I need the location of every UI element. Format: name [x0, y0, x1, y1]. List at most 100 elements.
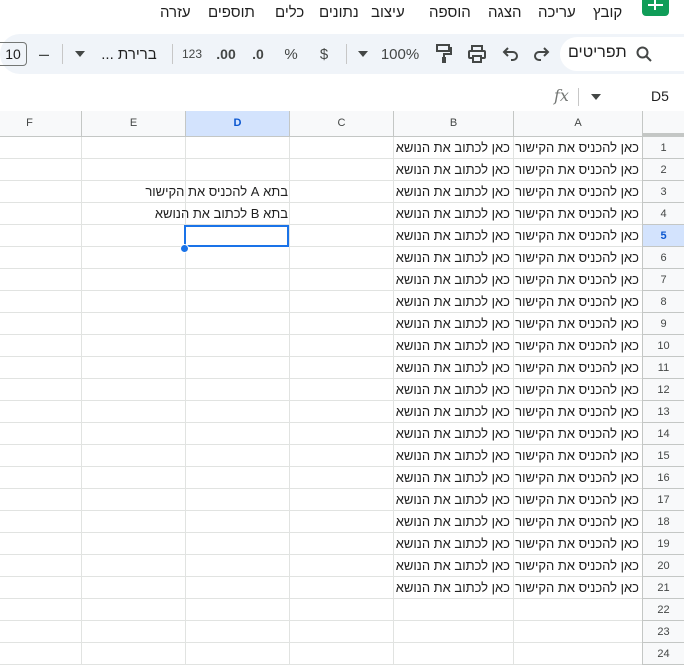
menu-help[interactable]: עזרה [160, 3, 191, 23]
cell-f[interactable] [0, 577, 81, 599]
cell-d[interactable] [185, 137, 289, 159]
cell-c[interactable] [289, 137, 393, 159]
cell-c[interactable] [289, 225, 393, 247]
row-header[interactable]: 5 [642, 225, 684, 247]
cell-e[interactable] [81, 291, 185, 313]
row-header[interactable]: 18 [642, 511, 684, 533]
cell-a[interactable]: כאן להכניס את הקישור [513, 137, 642, 159]
column-header-a[interactable]: A [513, 111, 642, 136]
cell-c[interactable] [289, 181, 393, 203]
cell-a[interactable]: כאן להכניס את הקישור [513, 291, 642, 313]
note-cell-d3[interactable]: בתא A להכניס את הקישור [120, 181, 288, 202]
row-header[interactable]: 10 [642, 335, 684, 357]
cell-f[interactable] [0, 269, 81, 291]
row-header[interactable]: 12 [642, 379, 684, 401]
cell-e[interactable] [81, 401, 185, 423]
percent-format-button[interactable]: % [281, 34, 301, 74]
menu-tools[interactable]: כלים [275, 3, 304, 23]
cell-e[interactable] [81, 445, 185, 467]
cell-d[interactable] [185, 357, 289, 379]
cell-d[interactable] [185, 621, 289, 643]
cell-d[interactable] [185, 533, 289, 555]
spreadsheet-grid[interactable]: A B C D E F כאן להכניס את הקישור כאן לכתו… [0, 111, 684, 665]
cell-b[interactable]: כאן לכתוב את הנושא [393, 467, 513, 489]
row-header[interactable]: 23 [642, 621, 684, 643]
cell-a[interactable]: כאן להכניס את הקישור [513, 357, 642, 379]
cell-c[interactable] [289, 313, 393, 335]
increase-decimal-button[interactable]: .00 [213, 34, 239, 74]
cell-a[interactable]: כאן להכניס את הקישור [513, 181, 642, 203]
active-cell-selection[interactable] [184, 225, 289, 247]
cell-e[interactable] [81, 423, 185, 445]
cell-e[interactable] [81, 159, 185, 181]
cell-e[interactable] [81, 269, 185, 291]
cell-e[interactable] [81, 577, 185, 599]
cell-c[interactable] [289, 577, 393, 599]
name-box[interactable]: D5 [651, 88, 669, 104]
row-header[interactable]: 20 [642, 555, 684, 577]
cell-b[interactable]: כאן לכתוב את הנושא [393, 555, 513, 577]
cell-a[interactable]: כאן להכניס את הקישור [513, 269, 642, 291]
cell-f[interactable] [0, 423, 81, 445]
cell-c[interactable] [289, 401, 393, 423]
cell-d[interactable] [185, 159, 289, 181]
cell-c[interactable] [289, 599, 393, 621]
name-box-dropdown-icon[interactable] [591, 94, 601, 100]
zoom-dropdown-icon[interactable] [355, 34, 371, 74]
cell-f[interactable] [0, 313, 81, 335]
cell-d[interactable] [185, 269, 289, 291]
cell-e[interactable] [81, 335, 185, 357]
menu-view[interactable]: הצגה [488, 3, 522, 23]
cell-d[interactable] [185, 467, 289, 489]
row-header[interactable]: 3 [642, 181, 684, 203]
cell-b[interactable]: כאן לכתוב את הנושא [393, 379, 513, 401]
cell-a[interactable]: כאן להכניס את הקישור [513, 511, 642, 533]
cell-e[interactable] [81, 511, 185, 533]
menu-extensions[interactable]: תוספים [208, 3, 255, 23]
row-header[interactable]: 16 [642, 467, 684, 489]
cell-e[interactable] [81, 357, 185, 379]
cell-b[interactable]: כאן לכתוב את הנושא [393, 225, 513, 247]
row-header[interactable]: 13 [642, 401, 684, 423]
cell-a[interactable]: כאן להכניס את הקישור [513, 555, 642, 577]
column-header-d[interactable]: D [185, 111, 289, 136]
cell-e[interactable] [81, 555, 185, 577]
cell-d[interactable] [185, 555, 289, 577]
cell-e[interactable] [81, 379, 185, 401]
row-header[interactable]: 4 [642, 203, 684, 225]
cell-d[interactable] [185, 445, 289, 467]
cell-a[interactable]: כאן להכניס את הקישור [513, 467, 642, 489]
cell-c[interactable] [289, 445, 393, 467]
row-header[interactable]: 19 [642, 533, 684, 555]
cell-f[interactable] [0, 599, 81, 621]
cell-a[interactable]: כאן להכניס את הקישור [513, 335, 642, 357]
row-header[interactable]: 2 [642, 159, 684, 181]
cell-a[interactable]: כאן להכניס את הקישור [513, 159, 642, 181]
row-header[interactable]: 1 [642, 137, 684, 159]
cell-d[interactable] [185, 401, 289, 423]
menu-insert[interactable]: הוספה [429, 3, 471, 23]
cell-a[interactable]: כאן להכניס את הקישור [513, 533, 642, 555]
cell-b[interactable]: כאן לכתוב את הנושא [393, 335, 513, 357]
cell-b[interactable] [393, 599, 513, 621]
menu-edit[interactable]: עריכה [538, 3, 576, 23]
cell-e[interactable] [81, 225, 185, 247]
font-size-input[interactable]: 10 [0, 42, 27, 66]
cell-d[interactable] [185, 379, 289, 401]
cell-d[interactable] [185, 599, 289, 621]
cell-c[interactable] [289, 291, 393, 313]
cell-f[interactable] [0, 379, 81, 401]
cell-b[interactable]: כאן לכתוב את הנושא [393, 291, 513, 313]
cell-c[interactable] [289, 555, 393, 577]
cell-b[interactable]: כאן לכתוב את הנושא [393, 577, 513, 599]
cell-d[interactable] [185, 489, 289, 511]
cell-b[interactable] [393, 621, 513, 643]
cell-b[interactable]: כאן לכתוב את הנושא [393, 401, 513, 423]
cell-d[interactable] [185, 335, 289, 357]
cell-f[interactable] [0, 225, 81, 247]
cell-c[interactable] [289, 511, 393, 533]
cell-c[interactable] [289, 269, 393, 291]
cell-e[interactable] [81, 137, 185, 159]
decrease-decimal-button[interactable]: .0 [247, 34, 269, 74]
cell-a[interactable] [513, 599, 642, 621]
